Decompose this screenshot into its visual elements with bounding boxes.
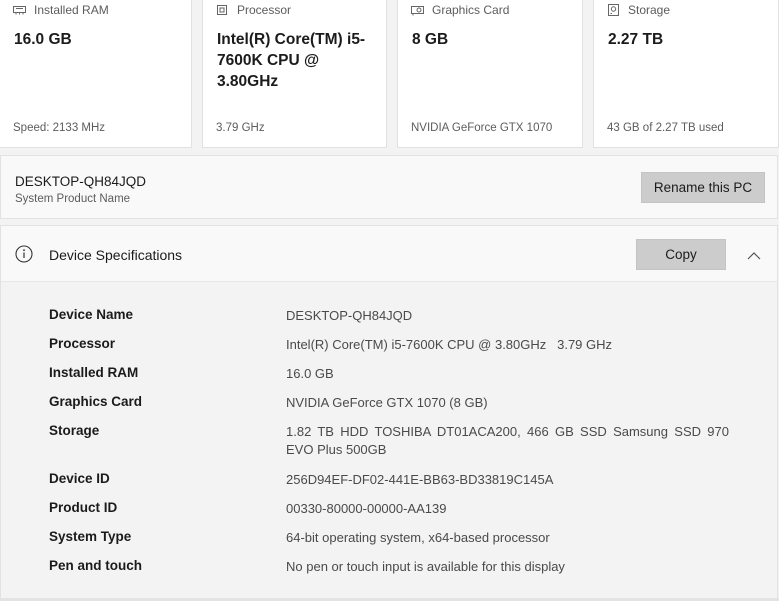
card-label: Processor [237,3,292,17]
spec-key: Device Name [49,307,134,322]
card-value: 2.27 TB [608,31,664,48]
card-processor: Processor Intel(R) Core(TM) i5-7600K CPU… [202,0,387,148]
card-subtext: NVIDIA GeForce GTX 1070 [411,122,553,134]
graphics-card-icon [410,3,424,17]
card-subtext: 43 GB of 2.27 TB used [607,122,724,134]
card-label: Storage [628,3,671,17]
spec-key: Pen and touch [49,558,143,573]
card-subtext: Speed: 2133 MHz [13,122,106,134]
pc-name-panel: DESKTOP-QH84JQD System Product Name Rena… [0,155,778,219]
copy-button[interactable]: Copy [636,239,726,270]
spec-value: NVIDIA GeForce GTX 1070 (8 GB) [286,395,488,410]
spec-value: 00330-80000-00000-AA139 [286,501,447,516]
spec-key: Product ID [49,500,118,515]
storage-icon [606,3,620,17]
card-header: Graphics Card [410,3,509,17]
chevron-up-icon[interactable] [747,248,761,260]
pc-name: DESKTOP-QH84JQD [15,174,147,189]
spec-value: 16.0 GB [286,366,334,381]
spec-value: No pen or touch input is available for t… [286,559,565,574]
card-label: Graphics Card [432,3,510,17]
card-header: Storage [606,3,670,17]
card-graphics: Graphics Card 8 GB NVIDIA GeForce GTX 10… [397,0,583,148]
spec-value: 64-bit operating system, x64-based proce… [286,530,550,545]
spec-key: Processor [49,336,116,351]
card-value: Intel(R) Core(TM) i5-7600K CPU @ 3.80GHz [217,31,366,90]
device-specifications-header[interactable]: Device Specifications Copy [0,225,778,282]
spec-value: DESKTOP-QH84JQD [286,308,413,323]
pc-product-name: System Product Name [15,193,131,205]
spec-value: 1.82 TB HDD TOSHIBA DT01ACA200, 466 GB S… [286,424,729,457]
spec-key: Storage [49,423,100,438]
spec-key: Graphics Card [49,394,143,409]
card-storage: Storage 2.27 TB 43 GB of 2.27 TB used [593,0,779,148]
card-label: Installed RAM [34,3,109,17]
processor-icon [215,3,229,17]
info-icon [15,245,33,263]
rename-pc-button[interactable]: Rename this PC [641,172,765,203]
spec-key: Installed RAM [49,365,139,380]
spec-key: System Type [49,529,132,544]
device-specifications-body: Device Name DESKTOP-QH84JQD Processor In… [0,281,778,599]
spec-key: Device ID [49,471,110,486]
card-installed-ram: Installed RAM 16.0 GB Speed: 2133 MHz [0,0,192,148]
ram-icon [12,3,26,17]
card-header: Installed RAM [12,3,109,17]
card-value: 16.0 GB [14,31,72,48]
spec-value: 256D94EF-DF02-441E-BB63-BD33819C145A [286,472,554,487]
card-header: Processor [215,3,291,17]
card-value: 8 GB [412,31,449,48]
card-subtext: 3.79 GHz [216,122,265,134]
spec-value: Intel(R) Core(TM) i5-7600K CPU @ 3.80GHz… [286,337,613,352]
section-title: Device Specifications [49,247,183,263]
